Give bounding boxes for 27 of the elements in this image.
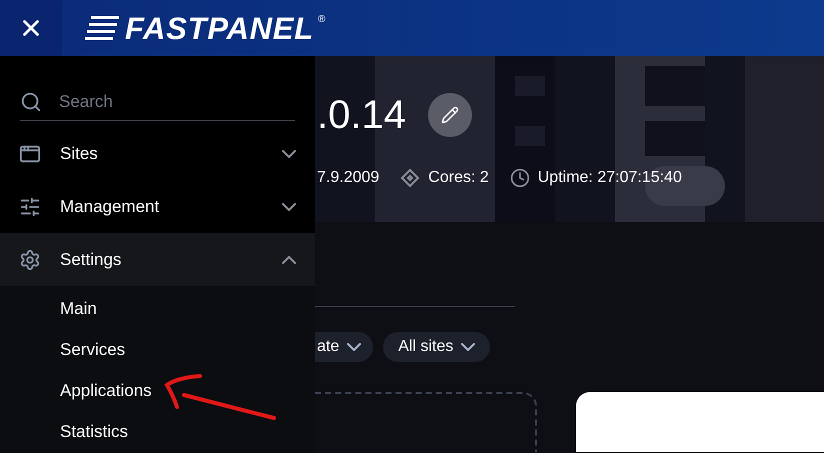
chevron-down-icon <box>282 202 296 210</box>
submenu-item[interactable]: Services <box>60 336 126 362</box>
close-button[interactable] <box>0 0 62 56</box>
filter-dropdown[interactable]: All sites <box>383 332 490 362</box>
clock-icon <box>510 168 530 188</box>
submenu-item[interactable]: Main <box>60 296 97 322</box>
registered-mark: ® <box>318 13 326 27</box>
chevron-up-icon <box>282 256 296 264</box>
settings-icon <box>19 248 41 270</box>
submenu-item[interactable]: Applications <box>60 378 152 404</box>
chevron-down-icon <box>461 343 476 351</box>
nav-item[interactable]: Settings <box>0 233 315 286</box>
pencil-icon <box>440 106 459 124</box>
server-meta: Cores: 2 <box>428 168 489 188</box>
server-meta: Uptime: 27:07:15:40 <box>538 168 682 188</box>
logo-text: FASTPANEL <box>125 12 314 44</box>
server-meta: 7.9.2009 <box>317 168 380 188</box>
search-icon <box>20 91 42 113</box>
logo-icon <box>85 13 121 43</box>
filter-dropdown[interactable]: ate <box>315 332 374 362</box>
search-field[interactable]: Search <box>59 89 259 115</box>
server-title: .0.14 <box>317 95 406 135</box>
sliders-icon <box>19 196 41 218</box>
chevron-down-icon <box>347 343 362 351</box>
submenu-item[interactable]: Statistics <box>60 418 128 444</box>
diamond-icon <box>400 168 420 188</box>
chevron-down-icon <box>282 150 296 158</box>
